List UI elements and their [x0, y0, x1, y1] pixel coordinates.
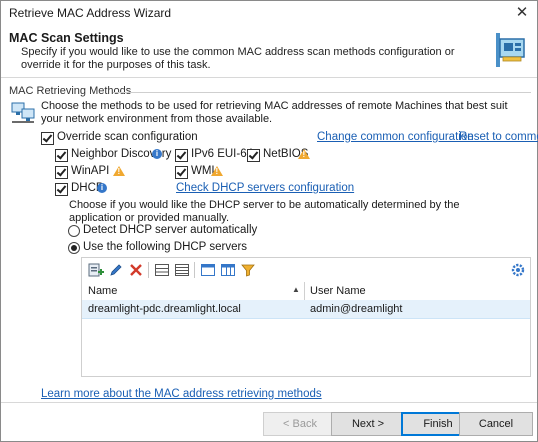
- column-header-name[interactable]: Name: [88, 285, 117, 297]
- next-button[interactable]: Next >: [331, 412, 405, 436]
- close-icon[interactable]: ✕: [511, 3, 533, 23]
- wizard-header: MAC Scan Settings Specify if you would l…: [1, 25, 537, 78]
- add-icon[interactable]: [88, 262, 104, 278]
- columns-icon[interactable]: [220, 262, 236, 278]
- expand-all-icon[interactable]: [154, 262, 170, 278]
- use-following-dhcp-radio[interactable]: [68, 242, 80, 254]
- dhcp-description: Choose if you would like the DHCP server…: [69, 199, 460, 224]
- row-name: dreamlight-pdc.dreamlight.local: [88, 303, 241, 315]
- grid-column-header: Name ▲ User Name: [82, 282, 530, 301]
- warning-icon[interactable]: [211, 166, 223, 176]
- section-label: MAC Retrieving Methods: [9, 85, 132, 97]
- check-dhcp-config-link[interactable]: Check DHCP servers configuration: [176, 182, 354, 194]
- toolbar-separator: [194, 262, 195, 278]
- section-intro: Choose the methods to be used for retrie…: [41, 100, 508, 125]
- warning-icon[interactable]: [113, 166, 125, 176]
- row-user: admin@dreamlight: [310, 303, 403, 315]
- delete-icon[interactable]: [128, 262, 144, 278]
- override-label: Override scan configuration: [57, 131, 198, 143]
- layout-icon[interactable]: [200, 262, 216, 278]
- netbios-checkbox[interactable]: [247, 149, 260, 162]
- ipv6-eui64-checkbox[interactable]: [175, 149, 188, 162]
- column-header-user[interactable]: User Name: [310, 285, 366, 297]
- info-icon[interactable]: i: [152, 149, 162, 159]
- filter-icon[interactable]: [240, 262, 256, 278]
- wmi-checkbox[interactable]: [175, 166, 188, 179]
- dhcp-checkbox[interactable]: [55, 183, 68, 196]
- section-divider: [113, 92, 531, 93]
- sort-triangle-icon[interactable]: ▲: [292, 285, 300, 294]
- override-checkbox[interactable]: [41, 132, 54, 145]
- footer-divider: [1, 402, 537, 403]
- page-title: MAC Scan Settings: [9, 31, 124, 45]
- network-card-icon: [496, 33, 525, 67]
- page-description: Specify if you would like to use the com…: [21, 46, 455, 71]
- window-title: Retrieve MAC Address Wizard: [9, 6, 172, 20]
- cancel-button[interactable]: Cancel: [459, 412, 533, 436]
- network-machines-icon: [11, 102, 35, 123]
- warning-icon[interactable]: [298, 149, 310, 159]
- dhcp-servers-grid: Name ▲ User Name dreamlight-pdc.dreamlig…: [81, 257, 531, 377]
- back-button[interactable]: < Back: [263, 412, 337, 436]
- reset-to-common-link[interactable]: Reset to common: [459, 131, 538, 143]
- toolbar-separator: [148, 262, 149, 278]
- wizard-window: Retrieve MAC Address Wizard ✕ MAC Scan S…: [0, 0, 538, 442]
- ipv6-eui64-label: IPv6 EUI-64: [191, 148, 253, 160]
- winapi-checkbox[interactable]: [55, 166, 68, 179]
- settings-icon[interactable]: [510, 262, 526, 278]
- learn-more-link[interactable]: Learn more about the MAC address retriev…: [41, 388, 322, 400]
- detect-dhcp-auto-label: Detect DHCP server automatically: [83, 224, 258, 236]
- table-row[interactable]: dreamlight-pdc.dreamlight.local admin@dr…: [82, 300, 530, 319]
- info-icon[interactable]: i: [97, 183, 107, 193]
- neighbor-discovery-checkbox[interactable]: [55, 149, 68, 162]
- collapse-all-icon[interactable]: [174, 262, 190, 278]
- use-following-dhcp-label: Use the following DHCP servers: [83, 241, 248, 253]
- grid-toolbar: [82, 258, 530, 283]
- detect-dhcp-auto-radio[interactable]: [68, 225, 80, 237]
- edit-icon[interactable]: [108, 262, 124, 278]
- winapi-label: WinAPI: [71, 165, 110, 177]
- change-common-config-link[interactable]: Change common configuration: [317, 131, 474, 143]
- title-bar: Retrieve MAC Address Wizard ✕: [1, 1, 537, 25]
- column-divider: [304, 282, 305, 300]
